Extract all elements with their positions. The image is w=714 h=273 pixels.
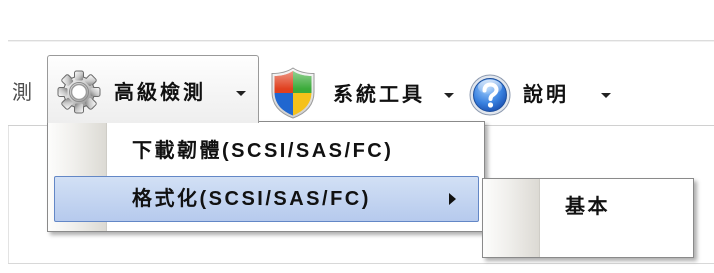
menu-item-download-firmware[interactable]: 下載韌體(SCSI/SAS/FC): [54, 128, 479, 174]
help-label: 說明: [523, 84, 569, 106]
gear-icon: [57, 70, 101, 114]
toolbar-button-partial[interactable]: 測: [12, 81, 32, 105]
system-tools-menu-button[interactable]: 系統工具: [262, 55, 464, 123]
menu-item-format[interactable]: 格式化(SCSI/SAS/FC): [54, 176, 479, 222]
caret-right-icon: [449, 193, 456, 205]
system-tools-label: 系統工具: [333, 84, 425, 106]
caret-down-icon: [601, 93, 611, 98]
shield-icon: [271, 67, 315, 119]
help-question-dot: [487, 102, 494, 108]
caret-down-icon: [236, 91, 246, 96]
app-window: 測 高級檢測 系統工具 說明 下載韌體(SCSI/SAS/FC) 格式化(SCS…: [0, 0, 714, 273]
toolbar: 測 高級檢測 系統工具 說明: [0, 41, 714, 125]
content-bottom-border: [8, 263, 714, 264]
advanced-test-dropdown-menu: 下載韌體(SCSI/SAS/FC) 格式化(SCSI/SAS/FC): [47, 121, 485, 232]
gear-hole: [70, 83, 88, 101]
menu-item-label: 格式化(SCSI/SAS/FC): [132, 188, 371, 210]
advanced-test-menu-button[interactable]: 高級檢測: [47, 55, 259, 123]
submenu-item-basic[interactable]: 基本: [488, 185, 688, 229]
help-icon-gloss: [478, 79, 502, 95]
menu-item-label: 下載韌體(SCSI/SAS/FC): [132, 140, 394, 162]
submenu-item-label: 基本: [565, 196, 610, 218]
caret-down-icon: [444, 93, 454, 98]
help-menu-button[interactable]: 說明: [464, 55, 626, 123]
content-left-border: [8, 126, 9, 263]
advanced-test-label: 高級檢測: [114, 82, 206, 104]
help-icon: [469, 74, 511, 116]
format-submenu: 基本: [482, 178, 694, 258]
